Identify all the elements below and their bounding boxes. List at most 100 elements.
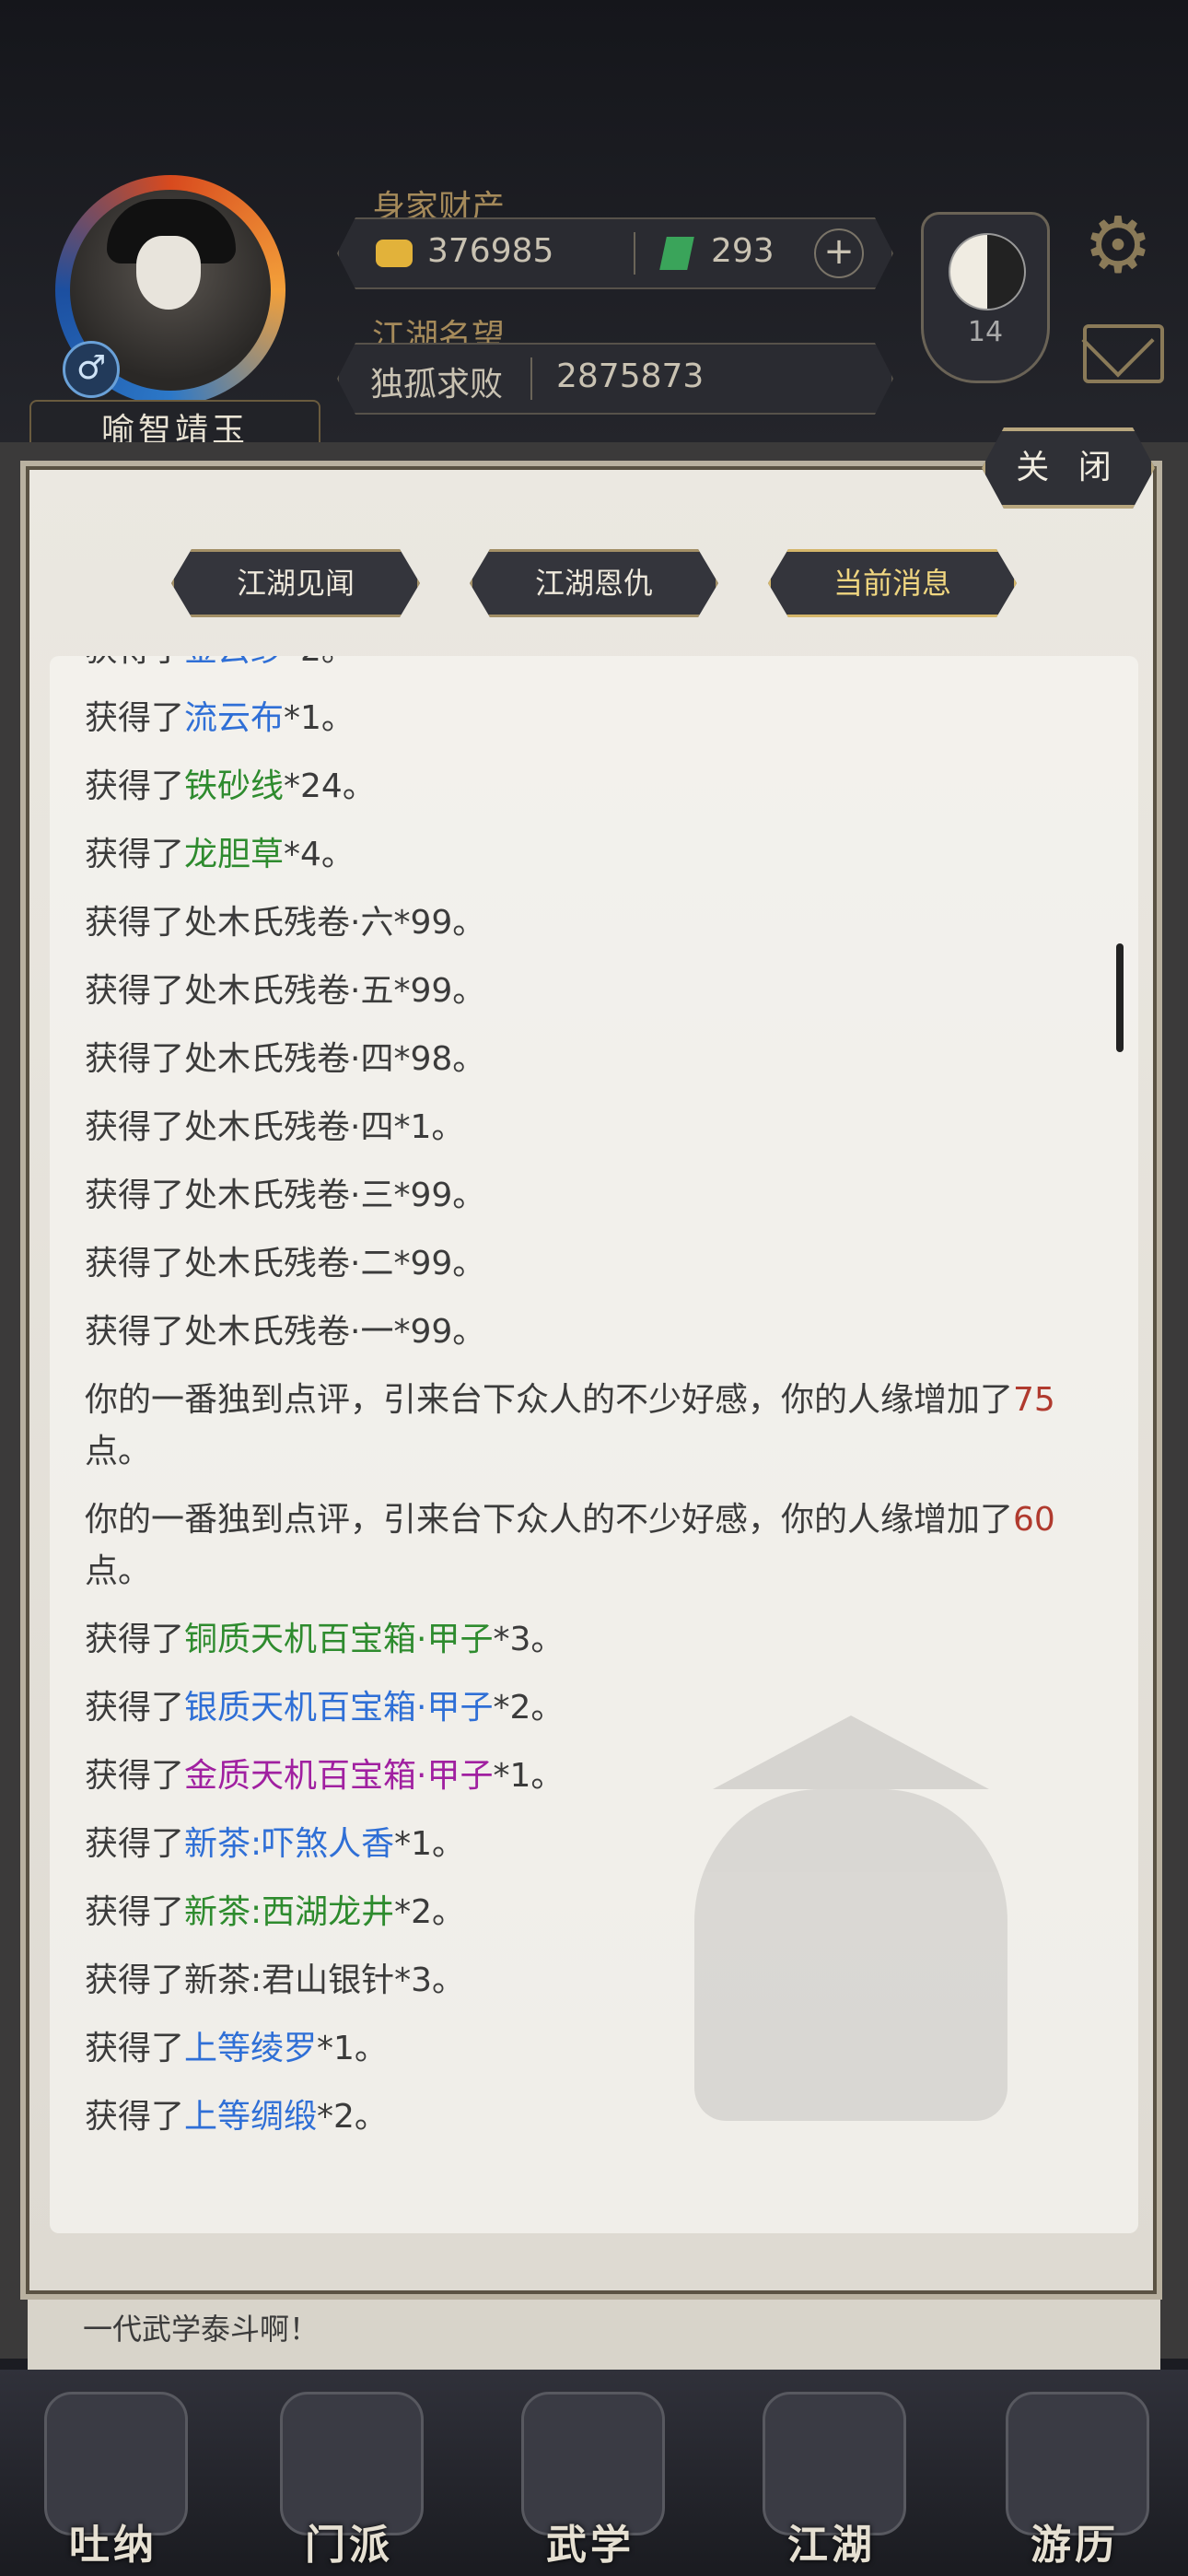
log-line: 你的一番独到点评，引来台下众人的不少好感，你的人缘增加了60 点。 [85,1494,1116,1598]
top-hud: ♂ 喻智靖玉 身家财产 376985 293 + 江湖名望 独孤求败 28758… [0,0,1188,464]
log-line: 获得了龙胆草*4。 [85,829,1116,881]
log-text: 获得了处木氏残卷·五*99。 [85,972,486,1010]
gear-icon[interactable]: ⚙ [1079,206,1157,284]
log-text: 获得了 [85,767,185,805]
log-text: *4。 [284,836,355,873]
mail-icon[interactable] [1083,324,1164,383]
log-line: 获得了新茶:吓煞人香*1。 [85,1819,1116,1870]
level-number: 14 [967,316,1004,348]
nav-label: 游历 [1031,2522,1119,2569]
log-text: 获得了 [85,1757,185,1795]
log-text: *2。 [493,1689,565,1727]
log-text: *1。 [317,2030,388,2067]
taiji-icon [949,233,1026,310]
log-text: 你的一番独到点评，引来台下众人的不少好感，你的人缘增加了 [85,1381,1014,1419]
log-text: 获得了 [85,1893,185,1931]
log-text: 获得了处木氏残卷·六*99。 [85,904,486,942]
add-currency-button[interactable]: + [814,228,864,278]
log-line: 获得了处木氏残卷·五*99。 [85,966,1116,1017]
jade-icon [659,237,694,270]
log-line: 获得了处木氏残卷·二*99。 [85,1238,1116,1290]
nav-label: 武学 [546,2522,635,2569]
tab-current-messages[interactable]: 当前消息 [768,549,1017,617]
log-highlight: 铜质天机百宝箱·甲子 [184,1621,494,1658]
log-text: 获得了 [85,656,184,669]
log-line: 获得了处木氏残卷·三*99。 [85,1170,1116,1222]
log-highlight: 60 [1013,1501,1055,1539]
nav-label: 江湖 [787,2522,876,2569]
log-text: *2。 [284,656,355,669]
log-highlight: 75 [1013,1381,1055,1419]
reputation-value: 2875873 [556,357,705,395]
log-highlight: 银质天机百宝箱·甲子 [184,1689,494,1727]
nav-travel[interactable]: 游历 [996,2392,1153,2569]
log-text: 获得了处木氏残卷·三*99。 [85,1177,486,1214]
tab-jianghu-news[interactable]: 江湖见闻 [171,549,420,617]
log-text: 获得了处木氏残卷·二*99。 [85,1245,486,1282]
reputation-bar: 独孤求败 2875873 [337,343,893,415]
nav-martial-arts[interactable]: 武学 [512,2392,669,2569]
gold-coin-icon [376,240,413,267]
log-line: 获得了处木氏残卷·四*98。 [85,1034,1116,1085]
player-avatar-area[interactable]: ♂ [37,175,313,415]
status-text: 一代武学泰斗啊！ [28,2300,1160,2370]
log-highlight: 上等绸缎 [184,2098,318,2136]
log-highlight: 上等绫罗 [184,2030,318,2067]
log-text: *24。 [284,767,376,805]
gender-icon: ♂ [63,341,120,398]
log-text: 获得了 [85,699,185,737]
log-text: 点。 [85,1433,152,1470]
nav-sect[interactable]: 门派 [271,2392,427,2569]
gold-amount: 376985 [427,232,554,270]
log-line: 获得了新茶:西湖龙井*2。 [85,1887,1116,1938]
log-text: *2。 [317,2098,388,2136]
scrollbar[interactable] [1116,943,1124,1052]
log-text: *1。 [394,1825,466,1863]
log-line: 获得了新茶:君山银针*3。 [85,1955,1116,2007]
log-highlight: 铁砂线 [184,767,285,805]
nav-jianghu[interactable]: 江湖 [753,2392,910,2569]
log-text: 获得了新茶:君山银针*3。 [85,1961,466,1999]
log-line: 获得了处木氏残卷·六*99。 [85,897,1116,949]
log-highlight: 新茶:吓煞人香 [184,1825,395,1863]
log-text: 你的一番独到点评，引来台下众人的不少好感，你的人缘增加了 [85,1501,1014,1539]
log-line: 你的一番独到点评，引来台下众人的不少好感，你的人缘增加了75 点。 [85,1375,1116,1478]
log-highlight: 金云纱 [184,656,284,669]
tab-jianghu-feud[interactable]: 江湖恩仇 [470,549,718,617]
log-line: 获得了上等绫罗*1。 [85,2023,1116,2075]
avatar-mask [136,236,201,310]
log-line: 获得了金质天机百宝箱·甲子*1。 [85,1751,1116,1802]
log-line: 获得了处木氏残卷·一*99。 [85,1306,1116,1358]
reputation-title: 独孤求败 [370,366,504,404]
bottom-nav: 吐纳 门派 武学 江湖 游历 [0,2370,1188,2576]
log-highlight: 新茶:西湖龙井 [184,1893,395,1931]
log-text: 获得了处木氏残卷·四*1。 [85,1108,465,1146]
log-line: 获得了处木氏残卷·四*1。 [85,1102,1116,1153]
log-text: *2。 [394,1893,466,1931]
wealth-bar: 376985 293 + [337,217,893,289]
log-text: 获得了 [85,2098,185,2136]
log-line: 获得了流云布*1。 [85,693,1116,744]
log-line: 获得了铁砂线*24。 [85,761,1116,813]
nav-label: 门派 [305,2522,393,2569]
level-badge[interactable]: 14 [921,212,1050,383]
log-line: 获得了银质天机百宝箱·甲子*2。 [85,1682,1116,1734]
log-text: 获得了处木氏残卷·四*98。 [85,1040,486,1078]
log-line: 获得了金云纱*2。 [85,656,1116,676]
log-text: 获得了 [85,1621,185,1658]
log-text: 获得了 [85,836,185,873]
log-highlight: 流云布 [184,699,285,737]
nav-meditate[interactable]: 吐纳 [35,2392,192,2569]
log-text: 获得了处木氏残卷·一*99。 [85,1313,486,1351]
message-log: 获得了金云纱*2。获得了流云布*1。获得了铁砂线*24。获得了龙胆草*4。获得了… [85,656,1116,2160]
log-text: 点。 [85,1552,152,1590]
nav-label: 吐纳 [69,2522,157,2569]
close-button[interactable]: 关 闭 [982,427,1155,509]
message-log-panel[interactable]: 获得了金云纱*2。获得了流云布*1。获得了铁砂线*24。获得了龙胆草*4。获得了… [50,656,1138,2233]
jade-amount: 293 [711,232,775,270]
log-text: 获得了 [85,1689,185,1727]
log-line: 获得了铜质天机百宝箱·甲子*3。 [85,1614,1116,1666]
log-line: 获得了上等绸缎*2。 [85,2091,1116,2143]
log-text: *1。 [493,1757,565,1795]
log-text: *1。 [284,699,355,737]
